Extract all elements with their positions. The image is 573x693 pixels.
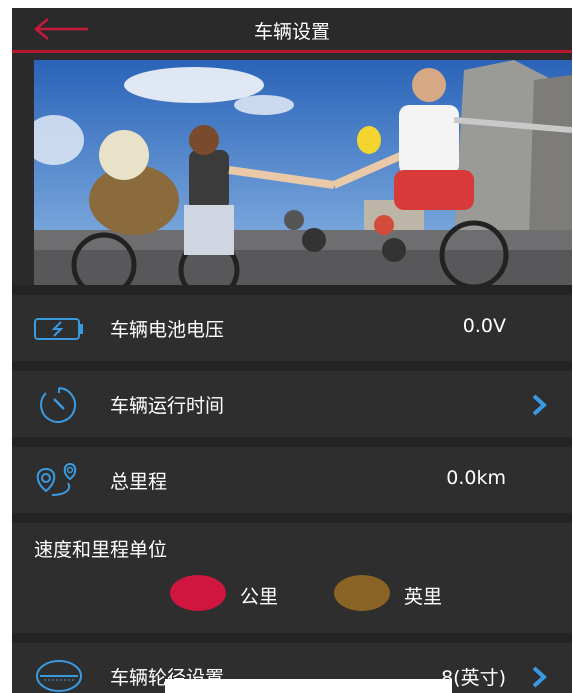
hero-photo (34, 60, 572, 285)
divider (12, 285, 572, 295)
divider (12, 437, 572, 447)
unit-mile-radio[interactable] (334, 575, 390, 611)
unit-km-label[interactable]: 公里 (240, 582, 278, 609)
battery-voltage-label: 车辆电池电压 (110, 319, 225, 341)
battery-icon (34, 318, 83, 340)
units-section: 速度和里程单位 公里 英里 (12, 523, 572, 633)
runtime-label: 车辆运行时间 (110, 395, 225, 417)
wheel-icon (36, 660, 82, 692)
battery-voltage-value: 0.0V (462, 315, 506, 337)
units-heading: 速度和里程单位 (34, 539, 168, 561)
unit-mile-label[interactable]: 英里 (404, 582, 442, 609)
divider (12, 633, 572, 643)
total-mileage-label: 总里程 (110, 471, 168, 493)
stopwatch-icon (40, 387, 76, 423)
battery-voltage-row: 车辆电池电压 0.0V (12, 295, 572, 361)
divider (12, 361, 572, 371)
app-screen: 车辆设置 车辆电池电压 0.0V 车辆运行时间 总里程 0.0km 速度和里程单… (12, 8, 572, 693)
divider (12, 513, 572, 523)
bottom-overlay-bar (165, 679, 452, 693)
unit-km-radio[interactable] (170, 575, 226, 611)
chevron-right-icon[interactable] (530, 393, 548, 417)
total-mileage-value: 0.0km (446, 467, 506, 489)
runtime-row[interactable]: 车辆运行时间 (12, 371, 572, 437)
route-pin-icon (36, 462, 77, 496)
top-bar: 车辆设置 (12, 8, 572, 53)
total-mileage-row: 总里程 0.0km (12, 447, 572, 513)
page-title: 车辆设置 (253, 21, 330, 43)
chevron-right-icon[interactable] (530, 665, 548, 689)
